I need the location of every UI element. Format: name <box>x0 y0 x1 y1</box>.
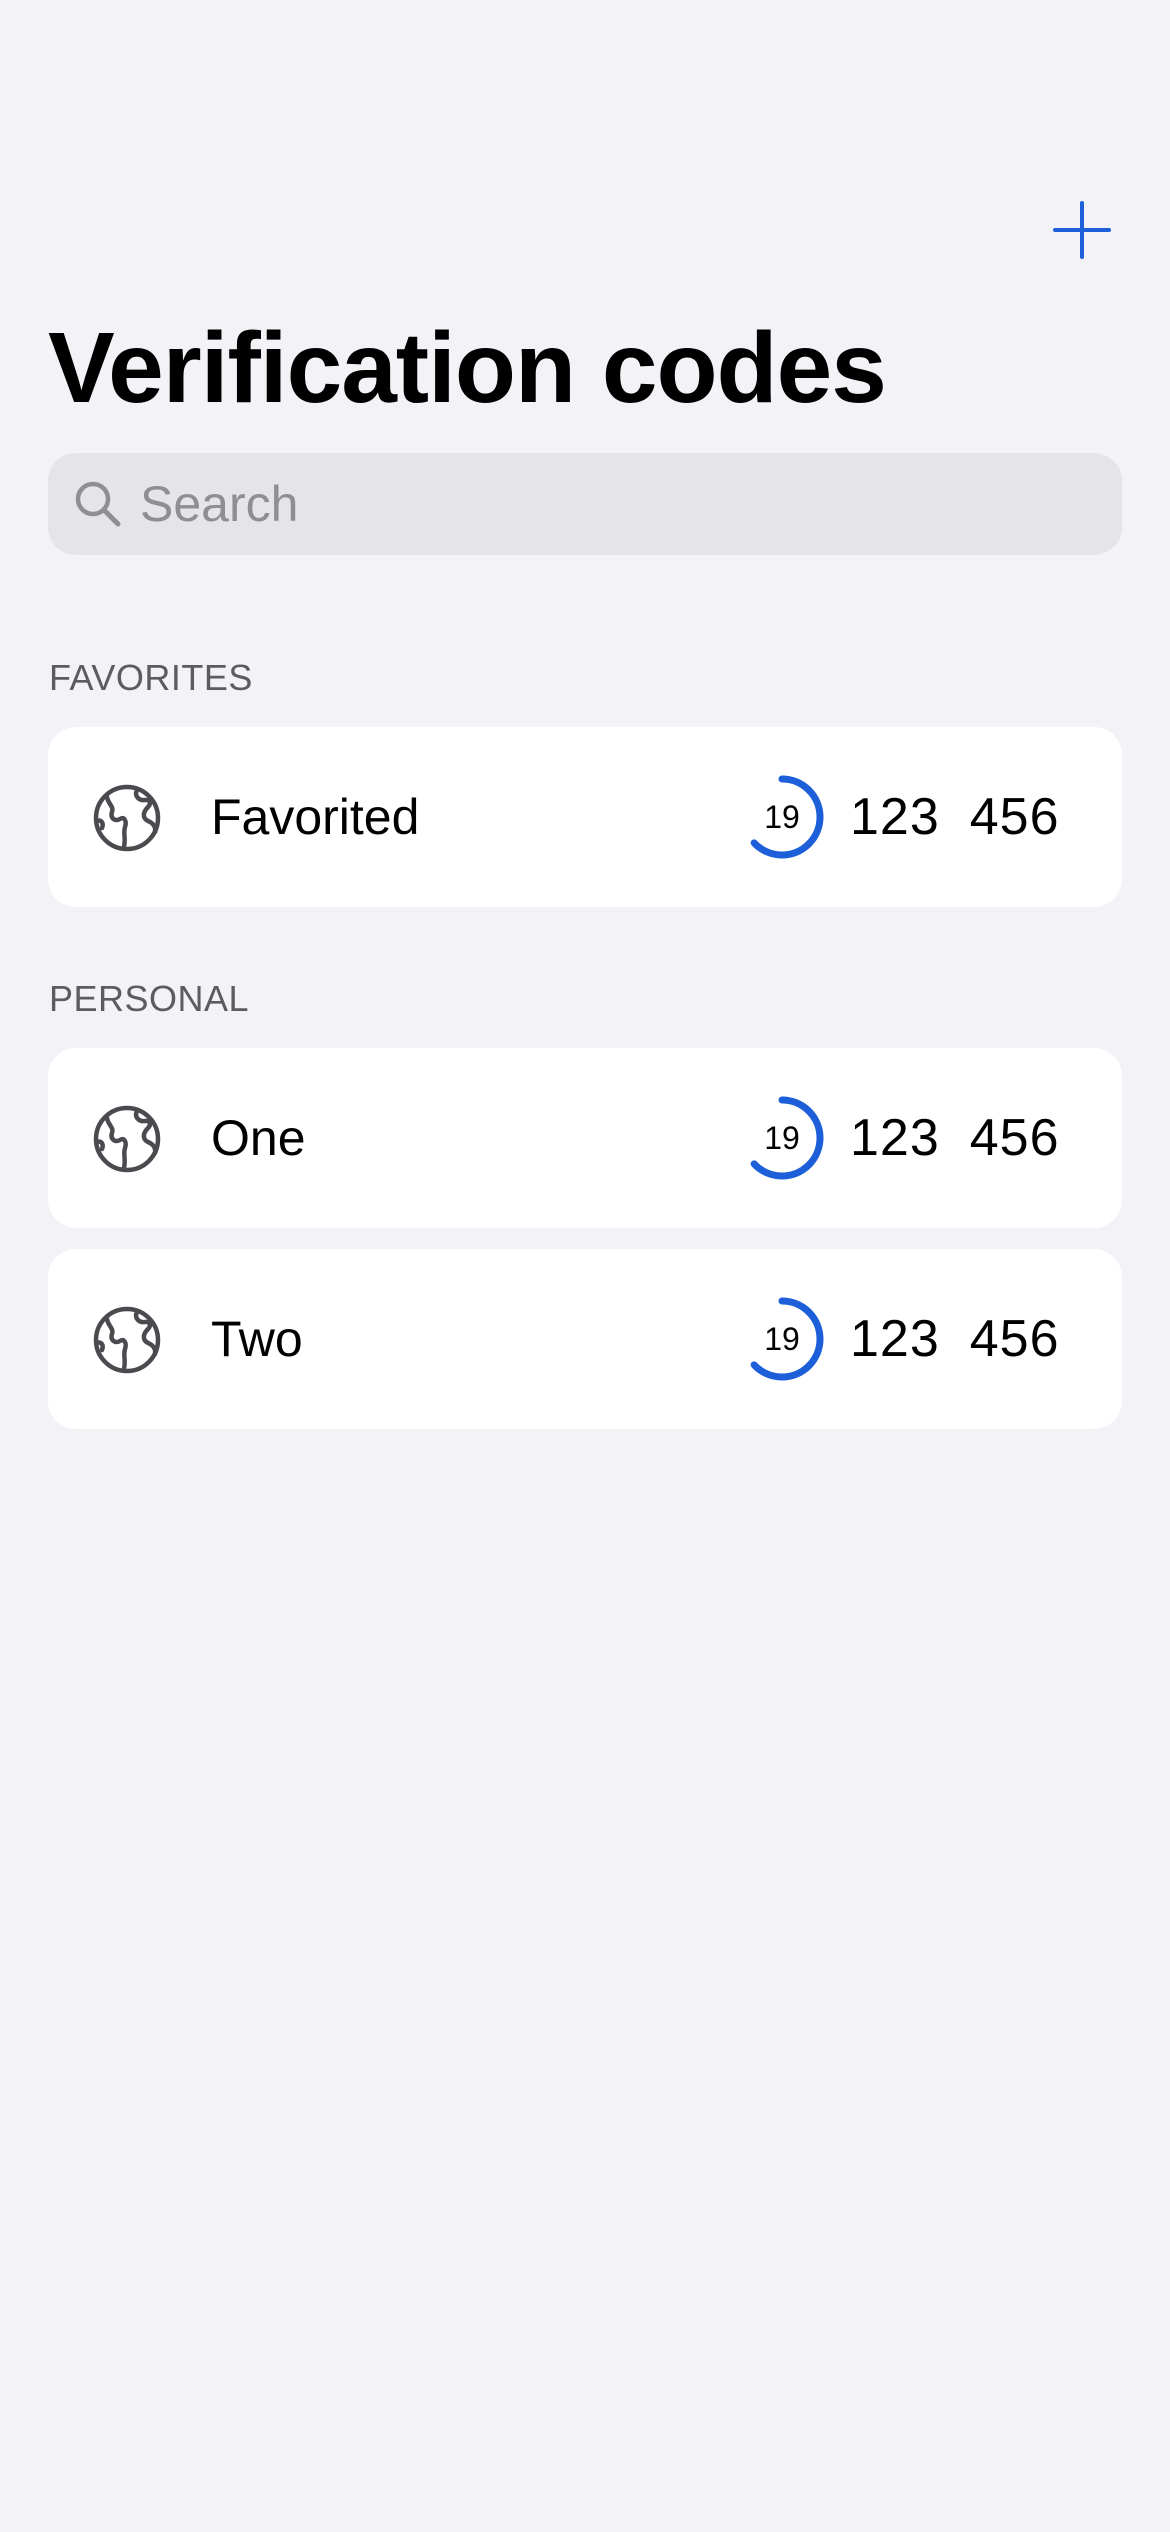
plus-icon <box>1053 201 1111 259</box>
code-card-two[interactable]: Two 19 123 456 <box>48 1249 1122 1429</box>
code-card-one[interactable]: One 19 123 456 <box>48 1048 1122 1228</box>
code-group-1: 123 <box>850 1109 940 1167</box>
account-name: Favorited <box>211 789 420 845</box>
magnifying-glass-icon <box>70 476 126 532</box>
page-title: Verification codes <box>48 312 887 424</box>
countdown-timer: 19 <box>738 1094 826 1182</box>
code-card-favorited[interactable]: Favorited 19 123 456 <box>48 727 1122 907</box>
code-group-2: 456 <box>969 788 1060 846</box>
section-header-favorites: FAVORITES <box>49 657 253 698</box>
code-group-1: 123 <box>850 1310 940 1368</box>
timer-seconds: 19 <box>764 1120 800 1156</box>
account-name: Two <box>211 1311 303 1367</box>
countdown-timer: 19 <box>738 773 826 861</box>
code-group-1: 123 <box>850 788 940 846</box>
timer-seconds: 19 <box>764 799 800 835</box>
verification-code[interactable]: 123 456 <box>850 1106 1060 1170</box>
globe-icon <box>93 1306 161 1374</box>
globe-icon <box>93 784 161 852</box>
globe-icon <box>93 1105 161 1173</box>
verification-code[interactable]: 123 456 <box>850 785 1060 849</box>
code-group-2: 456 <box>969 1109 1060 1167</box>
navigation-bar <box>0 190 1170 270</box>
countdown-timer: 19 <box>738 1295 826 1383</box>
section-header-personal: PERSONAL <box>49 978 250 1019</box>
account-name: One <box>211 1110 306 1166</box>
code-group-2: 456 <box>969 1310 1060 1368</box>
verification-code[interactable]: 123 456 <box>850 1307 1060 1371</box>
search-bar[interactable] <box>48 453 1122 555</box>
search-input[interactable] <box>140 464 1040 544</box>
add-button[interactable] <box>1042 190 1122 270</box>
timer-seconds: 19 <box>764 1321 800 1357</box>
